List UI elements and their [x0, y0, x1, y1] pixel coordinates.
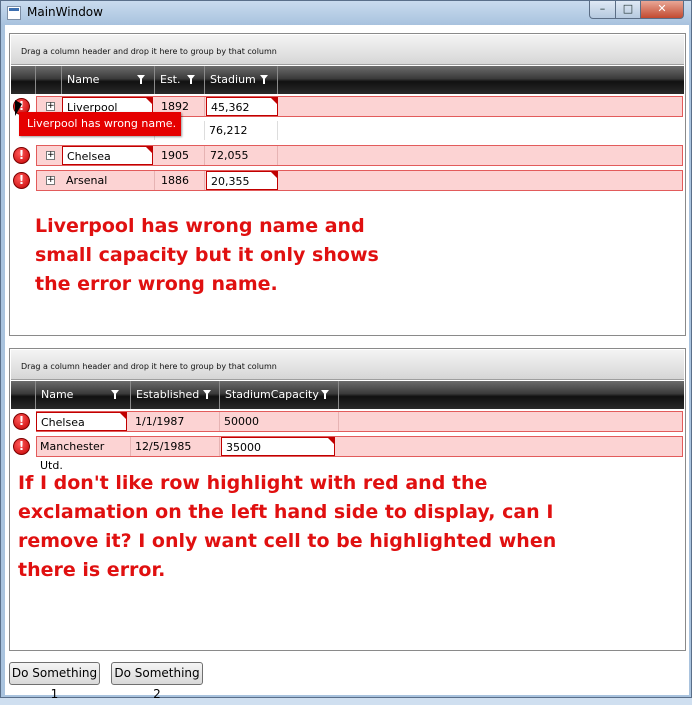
column-header-established[interactable]: Established — [131, 381, 220, 409]
cell-est[interactable]: 1905 — [157, 146, 205, 165]
note-line: remove it? I only want cell to be highli… — [18, 530, 557, 552]
main-window: MainWindow – □ ✕ Drag a column header an… — [0, 0, 692, 701]
cell-stadium[interactable]: 72,055 — [206, 146, 278, 165]
cell-established[interactable]: 12/5/1985 — [131, 437, 220, 456]
grid-header: Name Established StadiumCapacity — [11, 381, 684, 409]
error-indicator-icon[interactable]: ! — [13, 413, 30, 430]
indicator-header — [11, 381, 36, 409]
do-something-1-button[interactable]: Do Something 1 — [9, 662, 100, 701]
indicator-header — [11, 66, 36, 94]
filter-icon[interactable] — [203, 390, 212, 400]
grid-clubs[interactable]: Drag a column header and drop it here to… — [9, 33, 686, 336]
grid-header: Name Est. Stadium — [11, 66, 684, 94]
column-header-label: Name — [41, 388, 74, 401]
column-header-name[interactable]: Name — [62, 66, 155, 94]
note-line: Liverpool has wrong name and — [35, 215, 365, 237]
cell-name[interactable]: Manchester Utd. — [36, 437, 131, 472]
column-header-est[interactable]: Est. — [155, 66, 205, 94]
cell-name[interactable]: Arsenal — [62, 171, 155, 190]
column-header-label: Name — [67, 73, 100, 86]
do-something-2-button[interactable]: Do Something 2 — [111, 662, 203, 701]
expand-icon[interactable]: + — [46, 151, 55, 160]
note-line: exclamation on the left hand side to dis… — [18, 501, 554, 523]
window-title: MainWindow — [27, 5, 103, 19]
cell-capacity[interactable]: 35000 — [221, 437, 335, 456]
column-header-stadiumcapacity[interactable]: StadiumCapacity — [220, 381, 339, 409]
maximize-button[interactable]: □ — [615, 1, 641, 19]
cell-stadium[interactable]: 20,355 — [206, 171, 278, 190]
column-header-label: Stadium — [210, 73, 256, 86]
filter-icon[interactable] — [137, 75, 146, 85]
table-row[interactable]: ! + Chelsea 1905 72,055 — [11, 143, 684, 167]
filter-icon[interactable] — [321, 390, 330, 400]
cell-established[interactable]: 1/1/1987 — [131, 412, 220, 431]
cell-stadium[interactable]: 76,212 — [205, 121, 278, 140]
cell-stadium[interactable]: 45,362 — [206, 97, 278, 116]
cell-name[interactable]: Chelsea — [36, 412, 127, 431]
close-button[interactable]: ✕ — [640, 1, 684, 19]
table-row[interactable]: ! + Arsenal 1886 20,355 — [11, 168, 684, 192]
error-indicator-icon[interactable]: ! — [13, 147, 30, 164]
cell-name[interactable]: Chelsea — [62, 146, 153, 165]
filter-icon[interactable] — [111, 390, 120, 400]
minimize-button[interactable]: – — [589, 1, 616, 19]
filter-icon[interactable] — [260, 75, 269, 85]
title-bar[interactable]: MainWindow – □ ✕ — [1, 1, 691, 25]
column-header-stadium[interactable]: Stadium — [205, 66, 278, 94]
table-row[interactable]: ! Manchester Utd. 12/5/1985 35000 — [11, 434, 684, 472]
group-panel[interactable]: Drag a column header and drop it here to… — [11, 350, 684, 380]
column-header-name[interactable]: Name — [36, 381, 131, 409]
group-panel[interactable]: Drag a column header and drop it here to… — [11, 35, 684, 65]
filter-icon[interactable] — [187, 75, 196, 85]
grid-clubs-detail[interactable]: Drag a column header and drop it here to… — [9, 348, 686, 651]
cell-capacity[interactable]: 50000 — [220, 412, 339, 431]
column-header-label: Est. — [160, 73, 181, 86]
mouse-cursor-icon — [15, 100, 22, 116]
note-line: the error wrong name. — [35, 273, 278, 295]
app-icon — [7, 6, 21, 20]
expand-icon[interactable]: + — [46, 102, 55, 111]
expand-icon[interactable]: + — [46, 176, 55, 185]
table-row[interactable]: ! Chelsea 1/1/1987 50000 — [11, 409, 684, 433]
cell-est[interactable]: 1886 — [157, 171, 205, 190]
error-tooltip: Liverpool has wrong name. — [19, 112, 181, 136]
error-indicator-icon[interactable]: ! — [13, 172, 30, 189]
note-line: small capacity but it only shows — [35, 244, 379, 266]
note-line: there is error. — [18, 559, 166, 581]
column-header-label: StadiumCapacity — [225, 388, 319, 401]
error-indicator-icon[interactable]: ! — [13, 438, 30, 455]
annotation-note: Liverpool has wrong name and small capac… — [35, 212, 379, 299]
column-header-label: Established — [136, 388, 200, 401]
annotation-note: If I don't like row highlight with red a… — [18, 469, 556, 585]
expander-header — [36, 66, 62, 94]
note-line: If I don't like row highlight with red a… — [18, 472, 488, 494]
